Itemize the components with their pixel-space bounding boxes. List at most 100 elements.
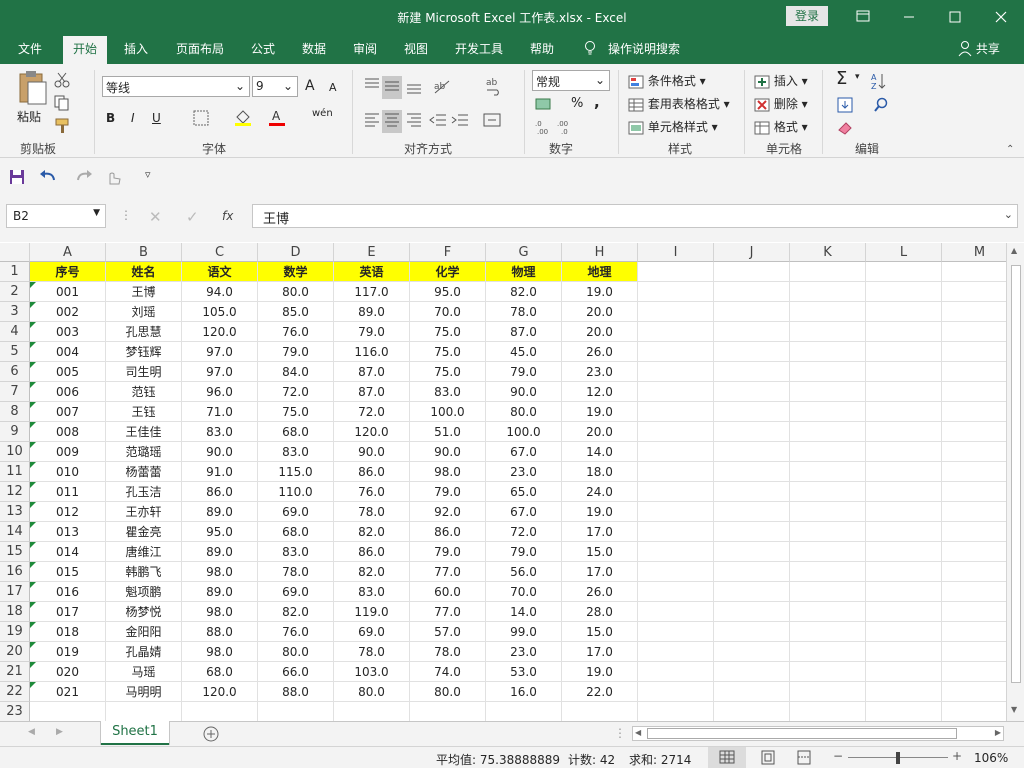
empty-cell[interactable]: [638, 622, 714, 642]
shrink-font-button[interactable]: A: [329, 81, 337, 94]
column-header-e[interactable]: E: [334, 243, 410, 262]
data-cell[interactable]: 17.0: [562, 562, 638, 582]
empty-cell[interactable]: [942, 422, 1006, 442]
empty-cell[interactable]: [714, 362, 790, 382]
tab-developer[interactable]: 开发工具: [455, 34, 503, 64]
data-cell[interactable]: 24.0: [562, 482, 638, 502]
data-cell[interactable]: 20.0: [562, 302, 638, 322]
data-cell[interactable]: 22.0: [562, 682, 638, 702]
empty-cell[interactable]: [866, 562, 942, 582]
row-header[interactable]: 19: [0, 622, 30, 642]
borders-icon[interactable]: [193, 110, 209, 129]
data-cell[interactable]: 14.0: [562, 442, 638, 462]
empty-cell[interactable]: [942, 342, 1006, 362]
find-select-icon[interactable]: [872, 96, 892, 117]
data-cell[interactable]: 16.0: [486, 682, 562, 702]
data-cell[interactable]: 78.0: [334, 502, 410, 522]
empty-cell[interactable]: [714, 402, 790, 422]
data-cell[interactable]: 司生明: [106, 362, 182, 382]
empty-cell[interactable]: [942, 702, 1006, 721]
scroll-left-icon[interactable]: ◀: [635, 728, 641, 737]
bold-button[interactable]: B: [106, 111, 115, 125]
column-header-a[interactable]: A: [30, 243, 106, 262]
format-painter-icon[interactable]: [54, 118, 70, 137]
data-cell[interactable]: 002: [30, 302, 106, 322]
chevron-down-icon[interactable]: ▾: [855, 72, 860, 82]
header-cell[interactable]: 化学: [410, 262, 486, 282]
data-cell[interactable]: 018: [30, 622, 106, 642]
empty-cell[interactable]: [714, 282, 790, 302]
data-cell[interactable]: 75.0: [410, 362, 486, 382]
empty-cell[interactable]: [714, 322, 790, 342]
empty-cell[interactable]: [714, 662, 790, 682]
empty-cell[interactable]: [714, 482, 790, 502]
empty-cell[interactable]: [638, 702, 714, 721]
undo-icon[interactable]: [38, 168, 60, 189]
data-cell[interactable]: 75.0: [410, 322, 486, 342]
empty-cell[interactable]: [790, 402, 866, 422]
header-cell[interactable]: 语文: [182, 262, 258, 282]
column-header-m[interactable]: M: [942, 243, 1006, 262]
sheet-tab-sheet1[interactable]: Sheet1: [101, 721, 169, 745]
data-cell[interactable]: 78.0: [258, 562, 334, 582]
merge-center-icon[interactable]: [482, 110, 502, 133]
share-button[interactable]: 共享: [958, 34, 1000, 64]
empty-cell[interactable]: [942, 362, 1006, 382]
empty-cell[interactable]: [866, 482, 942, 502]
empty-cell[interactable]: [638, 302, 714, 322]
empty-cell[interactable]: [790, 502, 866, 522]
empty-cell[interactable]: [790, 322, 866, 342]
collapse-ribbon-icon[interactable]: ⌃: [1006, 144, 1014, 155]
empty-cell[interactable]: [714, 522, 790, 542]
redo-icon[interactable]: [72, 168, 94, 189]
empty-cell[interactable]: [942, 502, 1006, 522]
empty-cell[interactable]: [942, 582, 1006, 602]
touch-mode-icon[interactable]: [104, 168, 126, 189]
data-cell[interactable]: 韩鹏飞: [106, 562, 182, 582]
align-bottom-icon[interactable]: [404, 76, 424, 99]
align-top-icon[interactable]: [362, 76, 382, 99]
data-cell[interactable]: 19.0: [562, 402, 638, 422]
data-cell[interactable]: 120.0: [182, 682, 258, 702]
next-sheet-icon[interactable]: ▶: [56, 727, 63, 737]
empty-cell[interactable]: [942, 322, 1006, 342]
data-cell[interactable]: 95.0: [182, 522, 258, 542]
data-cell[interactable]: 68.0: [182, 662, 258, 682]
data-cell[interactable]: 75.0: [258, 402, 334, 422]
vertical-scrollbar[interactable]: ▲ ▼: [1006, 243, 1024, 721]
number-format-select[interactable]: 常规 ⌄: [532, 70, 610, 91]
empty-cell[interactable]: [790, 382, 866, 402]
empty-cell[interactable]: [866, 302, 942, 322]
sort-filter-icon[interactable]: AZ: [870, 72, 896, 93]
empty-cell[interactable]: [638, 422, 714, 442]
column-header-j[interactable]: J: [714, 243, 790, 262]
row-header[interactable]: 2: [0, 282, 30, 302]
empty-cell[interactable]: [638, 362, 714, 382]
data-cell[interactable]: 82.0: [486, 282, 562, 302]
data-cell[interactable]: 77.0: [410, 602, 486, 622]
spreadsheet-grid[interactable]: A B C D E F G H I J K L M 1 序号 姓名 语文 数学 英语 化学 物理 地理 2 001 王博 94.0…: [0, 243, 1006, 721]
row-header[interactable]: 17: [0, 582, 30, 602]
empty-cell[interactable]: [942, 442, 1006, 462]
empty-cell[interactable]: [714, 642, 790, 662]
header-cell[interactable]: 序号: [30, 262, 106, 282]
data-cell[interactable]: 马明明: [106, 682, 182, 702]
data-cell[interactable]: 70.0: [410, 302, 486, 322]
data-cell[interactable]: 82.0: [258, 602, 334, 622]
data-cell[interactable]: 67.0: [486, 442, 562, 462]
data-cell[interactable]: 87.0: [486, 322, 562, 342]
tab-review[interactable]: 审阅: [353, 34, 377, 64]
tab-page-layout[interactable]: 页面布局: [176, 34, 224, 64]
scroll-down-icon[interactable]: ▼: [1011, 705, 1017, 714]
data-cell[interactable]: 105.0: [182, 302, 258, 322]
conditional-formatting-button[interactable]: 条件格式 ▾: [628, 72, 706, 89]
data-cell[interactable]: 王钰: [106, 402, 182, 422]
data-cell[interactable]: 瞿金亮: [106, 522, 182, 542]
data-cell[interactable]: 020: [30, 662, 106, 682]
empty-cell[interactable]: [638, 682, 714, 702]
data-cell[interactable]: 021: [30, 682, 106, 702]
data-cell[interactable]: 79.0: [334, 322, 410, 342]
empty-cell[interactable]: [714, 422, 790, 442]
tab-insert[interactable]: 插入: [124, 34, 148, 64]
column-header-d[interactable]: D: [258, 243, 334, 262]
